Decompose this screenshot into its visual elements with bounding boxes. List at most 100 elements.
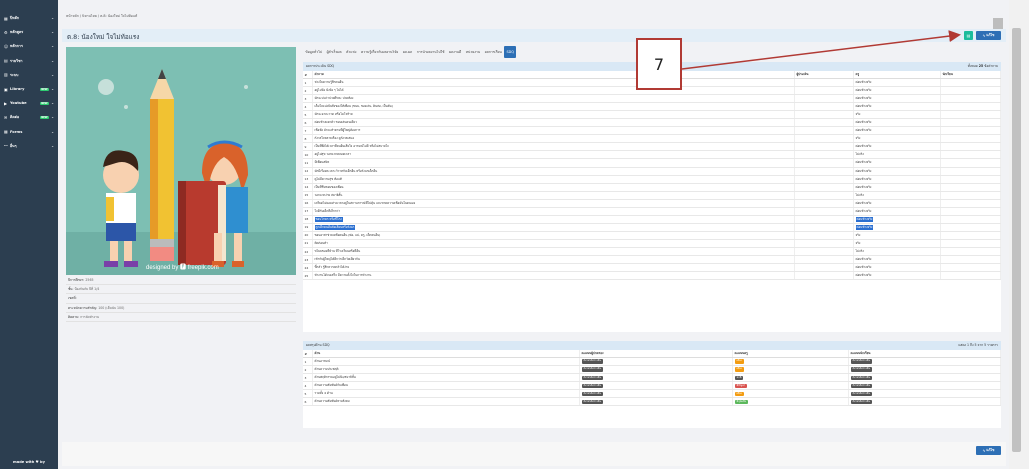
result-cell: 1	[303, 358, 313, 366]
status-badge: ยังไม่ได้ประเมิน	[581, 375, 604, 380]
sdq-cell: จริง	[854, 231, 941, 239]
sidebar-item-label: ระบบ	[10, 72, 19, 77]
result-cell: ยังไม่ได้ประเมิน	[580, 390, 733, 398]
sdq-cell: ค่อนข้างจริง	[854, 79, 941, 87]
sdq-cell: 20	[303, 231, 313, 239]
sdq-cell-text: เครียดไม่ยอมห่างเวลาอยู่ในสถานการณ์ที่ไม…	[314, 200, 416, 205]
breadcrumb[interactable]: หน้าหลัก / นิทานไทย / ต.8: น้องใหม่ ใจไม…	[66, 14, 137, 19]
tab-item[interactable]: หน่วยงาน	[464, 46, 483, 58]
sdq-cell: 11	[303, 159, 313, 167]
tab-item[interactable]: ผลงานดี	[447, 46, 464, 58]
result-table-row: 2 ด้านความประพฤติ ยังไม่ได้ประเมิน เสี่ยง ยั…	[303, 366, 1001, 375]
sdq-table-row: 8 กังวลใจหลายเรื่อง ดูกังวลเสมอ จริง	[303, 135, 1001, 144]
tab-item[interactable]: ผล.ผล	[401, 46, 415, 58]
sdq-cell-text: ค่อนข้างจริง	[855, 257, 872, 262]
sdq-cell-text: ไม่จริง	[855, 152, 864, 157]
sdq-cell-text: ค่อนข้างจริง	[855, 224, 874, 230]
tab-item[interactable]: ผลการเรียน	[482, 46, 504, 58]
sdq-column-header: ครู	[854, 71, 941, 78]
sdq-cell	[941, 95, 1001, 103]
sdq-cell-text: 24	[304, 265, 309, 270]
sdq-cell-text: ไม่จริง	[855, 249, 864, 253]
result-index: 2	[304, 367, 307, 372]
sdq-cell	[795, 127, 854, 135]
chevron-down-icon: ⌄	[51, 44, 54, 49]
more-icon: ⋯	[4, 143, 8, 149]
sdq-cell: ถูกเด็กคนอื่นล้อเลียนหรือรังแก	[313, 223, 795, 231]
bottom-edit-button[interactable]: ✎ แก้ไข	[976, 446, 1001, 455]
sdq-cell-text: ไม่จริง	[855, 192, 864, 197]
sidebar-item[interactable]: ⚙ หลักสูตร ⌄	[0, 25, 58, 39]
sidebar-item-label: อื่นๆ	[10, 143, 17, 148]
sidebar-item[interactable]: ⋯ อื่นๆ ⌄	[0, 139, 58, 153]
sdq-cell: ค่อนข้างจริง	[854, 264, 941, 272]
sdq-cell-text: ค่อนข้างจริง	[855, 265, 872, 270]
sdq-table-row: 17 ใจดีกับเด็กที่เล็กกว่า ค่อนข้างจริง	[303, 207, 1001, 216]
sidebar-item[interactable]: ▣ Library NEW ⌄	[0, 82, 58, 96]
result-domain-name: ด้านความสัมพันธ์ทางสังคม	[314, 399, 350, 404]
book-icon: ▤	[4, 58, 8, 64]
status-badge: ยังไม่ได้ประเมิน	[581, 391, 604, 396]
sdq-cell-text: 8	[304, 136, 307, 141]
sidebar-item[interactable]: ▦ Forms ⌄	[0, 125, 58, 139]
sdq-table-row: 11 มีเพื่อนสนิท ค่อนข้างจริง	[303, 159, 1001, 168]
sdq-table-row: 24 ขี้กลัว รู้สึกหวาดกลัวได้ง่าย ค่อนข้างจ…	[303, 264, 1001, 273]
result-table-row: 4 ด้านความสัมพันธ์กับเพื่อน ยังไม่ได้ประเม…	[303, 382, 1001, 391]
tab-item[interactable]: ข้อมูลทั่วไป	[303, 46, 324, 58]
tab-item[interactable]: ความรู้เกี่ยวกับผลงานวิจัย	[359, 46, 401, 58]
sdq-cell-text: 15	[304, 193, 309, 198]
sidebar-item[interactable]: ☺ หลักการ ⌄	[0, 39, 58, 53]
sdq-cell-text: 5	[304, 112, 307, 117]
result-table-row: 6 ด้านความสัมพันธ์ทางสังคม ยังไม่ได้ประเมิ…	[303, 398, 1001, 407]
sdq-cell-text: ค่อนข้างจริง	[855, 88, 872, 93]
sdq-cell: 7	[303, 127, 313, 135]
result-panel-header: ผลสรุปด้าน SDQ แสดง 1 ถึง 5 จาก 5 รายการ	[303, 341, 1001, 350]
sdq-table-row: 4 เต็มใจแบ่งปันสิ่งของให้เพื่อน (ขนม, ของ…	[303, 103, 1001, 112]
sdq-cell-text: 3	[304, 96, 307, 101]
result-cell: ด้านความสัมพันธ์กับเพื่อน	[313, 382, 580, 390]
edit-icon: ✎	[982, 448, 986, 453]
sidebar-item[interactable]: ▥ ระบบ ⌄	[0, 68, 58, 82]
sdq-cell	[941, 207, 1001, 215]
sdq-cell: มักมีเรื่องทะเลาะวิวาทกับเด็กอื่น หรือรั…	[313, 167, 795, 175]
sdq-cell: 19	[303, 223, 313, 231]
edit-icon: ✎	[982, 33, 986, 38]
tab-item[interactable]: การนำผลงานไปใช้	[414, 46, 446, 58]
sdq-cell	[795, 175, 854, 183]
sdq-cell: เข้ากับผู้ใหญ่ได้ดีกว่าเด็กวัยเดียวกัน	[313, 256, 795, 264]
result-cell: ยังไม่ได้ประเมิน	[580, 374, 733, 382]
sdq-cell-text: 9	[304, 144, 307, 149]
tab-item[interactable]: ตัวแข่ง	[344, 46, 359, 58]
export-excel-button[interactable]: ▤	[964, 31, 973, 40]
status-badge: ยังไม่ได้ประเมิน	[850, 399, 873, 404]
sdq-table-row: 13 ดูไม่มีความสุข ท้อแท้ ค่อนข้างจริง	[303, 175, 1001, 184]
sidebar-item-label: Library	[10, 87, 25, 92]
result-cell: ด้านความสัมพันธ์ทางสังคม	[313, 398, 580, 406]
forms-icon: ▦	[4, 129, 8, 135]
sdq-cell-text: จริง	[855, 232, 861, 237]
scrollbar-thumb[interactable]	[1012, 28, 1021, 452]
sidebar-item[interactable]: ▤ รายวิชา ⌄	[0, 54, 58, 68]
status-badge: มีจุดแข็ง	[734, 399, 749, 404]
sdq-table-row: 21 คิดก่อนทำ จริง	[303, 239, 1001, 248]
sidebar-item-label: Youtube	[10, 101, 27, 106]
result-cell: ด้านความประพฤติ	[313, 366, 580, 374]
sdq-cell-text: 7	[304, 128, 307, 133]
sdq-cell-text: เชื่อฟัง มักจะทำตามที่ผู้ใหญ่ต้องการ	[314, 128, 361, 133]
result-cell: ยังไม่ได้ประเมิน	[580, 358, 733, 366]
sdq-table-row: 5 มักจะอาละวาด หรือโมโหร้าย จริง	[303, 111, 1001, 120]
sdq-table-row: 7 เชื่อฟัง มักจะทำตามที่ผู้ใหญ่ต้องการ ค่อ…	[303, 127, 1001, 136]
sdq-cell	[795, 143, 854, 151]
sdq-cell: 1	[303, 79, 313, 87]
sdq-cell: ขี้กลัว รู้สึกหวาดกลัวได้ง่าย	[313, 264, 795, 272]
sdq-cell	[941, 223, 1001, 231]
sdq-cell: กังวลใจหลายเรื่อง ดูกังวลเสมอ	[313, 135, 795, 143]
sidebar-item[interactable]: ✉ ติดต่อ NEW ⌄	[0, 110, 58, 124]
sdq-cell: ค่อนข้างจริง	[854, 215, 941, 223]
sidebar-item[interactable]: ▶ Youtube NEW ⌄	[0, 96, 58, 110]
tab-item[interactable]: SDQ	[504, 46, 517, 58]
edit-button[interactable]: ✎ แก้ไข	[976, 31, 1001, 40]
chevron-down-icon: ⌄	[51, 101, 54, 106]
tab-item[interactable]: ผู้สำเร็จผล	[324, 46, 344, 58]
sidebar-item[interactable]: ▦ ปีหลัก ⌄	[0, 11, 58, 25]
